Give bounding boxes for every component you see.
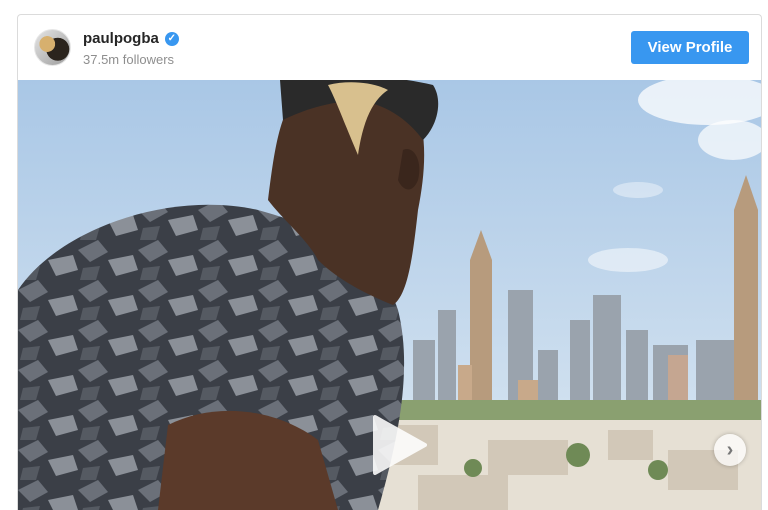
avatar[interactable] [34, 29, 71, 66]
view-profile-button[interactable]: View Profile [631, 31, 749, 64]
username[interactable]: paulpogba [83, 30, 159, 47]
instagram-embed-card: paulpogba ✓ 37.5m followers View Profile [17, 14, 762, 510]
post-media[interactable]: › [18, 80, 761, 510]
username-row: paulpogba ✓ [83, 30, 179, 47]
followers-count: 37.5m followers [83, 52, 175, 67]
post-header: paulpogba ✓ 37.5m followers View Profile [18, 15, 761, 80]
chevron-right-icon[interactable]: › [714, 434, 746, 466]
play-icon[interactable] [353, 405, 433, 485]
verified-badge-icon: ✓ [164, 31, 179, 46]
